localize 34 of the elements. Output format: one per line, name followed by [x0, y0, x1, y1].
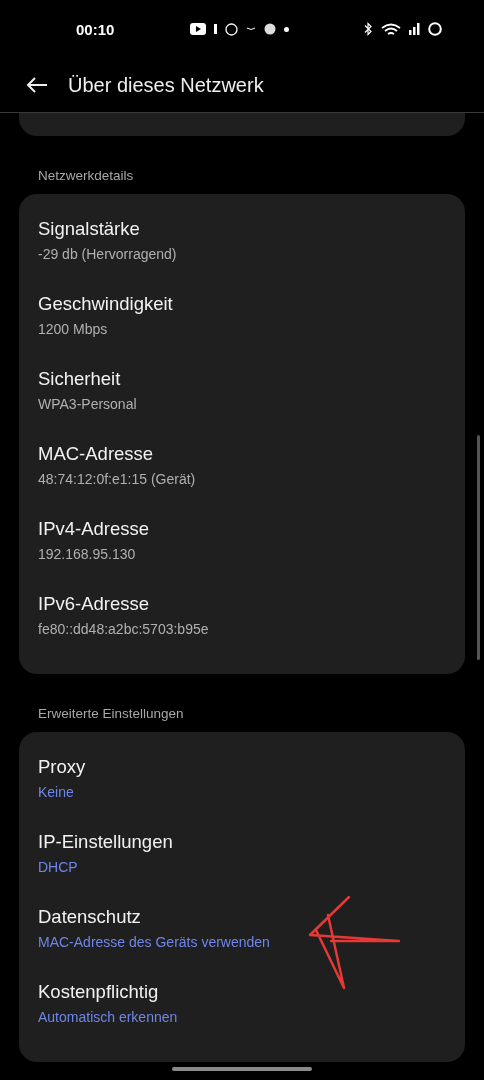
- detail-title: MAC-Adresse: [38, 443, 154, 465]
- setting-title[interactable]: Proxy: [38, 756, 86, 778]
- back-button[interactable]: [26, 77, 48, 93]
- curve-icon: [245, 27, 256, 31]
- bar-icon: [213, 24, 217, 34]
- bluetooth-icon: [364, 22, 373, 36]
- detail-title: IPv4-Adresse: [38, 518, 150, 540]
- detail-value: fe80::dd48:a2bc:5703:b95e: [38, 621, 209, 637]
- wifi-icon: [381, 22, 401, 36]
- detail-title: Signalstärke: [38, 218, 140, 240]
- detail-value: -29 db (Hervorragend): [38, 246, 177, 262]
- circle-icon: [224, 22, 238, 36]
- detail-title: Sicherheit: [38, 368, 121, 390]
- signal-icon: [409, 23, 420, 35]
- detail-value: 48:74:12:0f:e1:15 (Gerät): [38, 471, 196, 487]
- page-title: Über dieses Netzwerk: [68, 73, 264, 97]
- detail-value: WPA3-Personal: [38, 396, 137, 412]
- section-heading: Erweiterte Einstellungen: [37, 706, 185, 721]
- detail-value: 1200 Mbps: [38, 321, 108, 337]
- battery-icon: [428, 22, 442, 36]
- setting-value: MAC-Adresse des Geräts verwenden: [38, 934, 270, 950]
- setting-value: Keine: [38, 784, 74, 800]
- setting-title[interactable]: Kostenpflichtig: [38, 981, 159, 1003]
- setting-title[interactable]: Datenschutz: [38, 906, 141, 928]
- dot-icon: [283, 26, 289, 32]
- status-time: 00:10: [76, 20, 115, 38]
- play-icon: [189, 23, 206, 35]
- setting-value: DHCP: [38, 859, 78, 875]
- setting-title[interactable]: IP-Einstellungen: [38, 831, 173, 853]
- setting-value: Automatisch erkennen: [38, 1009, 178, 1025]
- detail-value: 192.168.95.130: [38, 546, 136, 562]
- detail-title: Geschwindigkeit: [38, 293, 173, 315]
- detail-title: IPv6-Adresse: [38, 593, 150, 615]
- section-heading: Netzwerkdetails: [37, 168, 135, 183]
